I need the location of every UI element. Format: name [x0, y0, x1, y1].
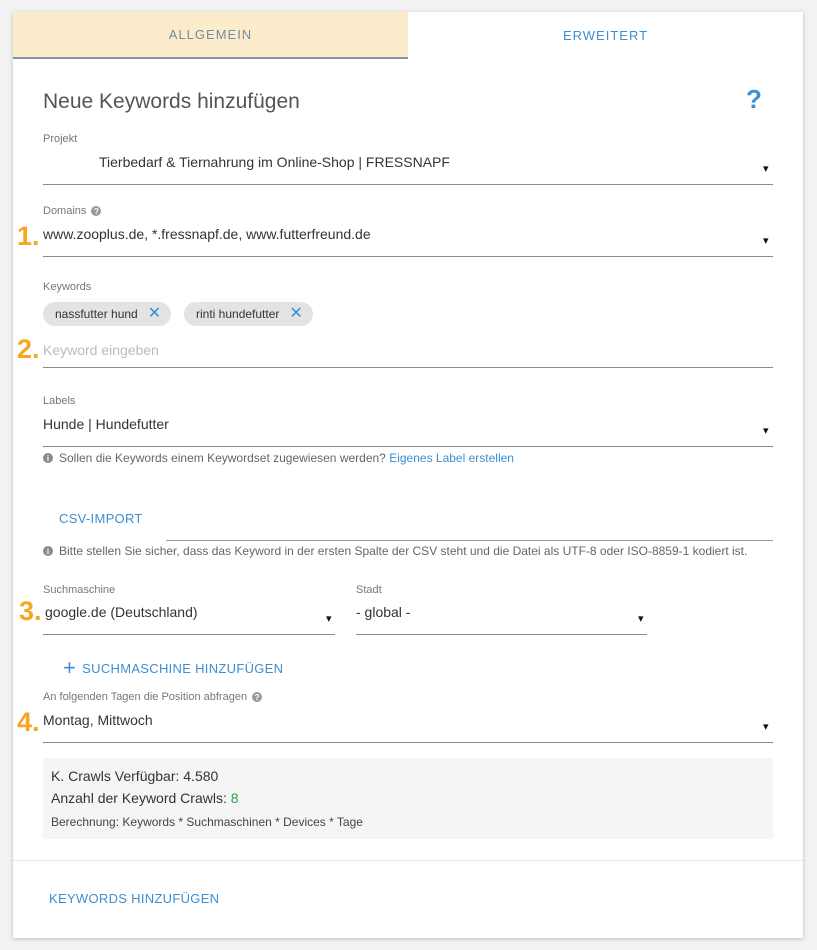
add-keywords-submit-button[interactable]: KEYWORDS HINZUFÜGEN [49, 891, 219, 906]
tab-erweitert[interactable]: ERWEITERT [408, 12, 803, 59]
domains-label-text: Domains [43, 205, 87, 217]
labels-info: i Sollen die Keywords einem Keywordset z… [43, 451, 514, 465]
suchmaschine-select-value[interactable]: google.de (Deutschland) [45, 604, 198, 620]
info-icon: i [43, 546, 53, 556]
domains-help-icon[interactable]: ? [91, 206, 102, 217]
add-search-engine-button[interactable]: + SUCHMASCHINE HINZUFÜGEN [63, 657, 283, 679]
suchmaschine-label: Suchmaschine [43, 584, 116, 596]
tab-allgemein[interactable]: ALLGEMEIN [13, 12, 408, 59]
help-icon[interactable]: ? [746, 84, 762, 115]
projekt-label: Projekt [43, 133, 78, 145]
add-search-engine-label: SUCHMASCHINE HINZUFÜGEN [82, 660, 284, 676]
add-keywords-card: ALLGEMEIN ERWEITERT Neue Keywords hinzuf… [13, 12, 803, 938]
tage-label: An folgenden Tagen die Position abfragen… [43, 691, 263, 703]
footer-divider [13, 860, 803, 861]
labels-underline [43, 446, 773, 447]
tage-select-value[interactable]: Montag, Mittwoch [43, 712, 153, 728]
page-title: Neue Keywords hinzufügen [43, 90, 300, 113]
projekt-dropdown-icon[interactable]: ▾ [763, 162, 769, 175]
domains-select-value[interactable]: www.zooplus.de, *.fressnapf.de, www.futt… [43, 226, 371, 242]
stadt-label: Stadt [356, 584, 382, 596]
csv-info: i Bitte stellen Sie sicher, dass das Key… [43, 544, 747, 558]
tage-dropdown-icon[interactable]: ▾ [763, 720, 769, 733]
keyword-chip-label: nassfutter hund [55, 307, 138, 321]
projekt-select-value[interactable]: Tierbedarf & Tiernahrung im Online-Shop … [99, 154, 450, 170]
stadt-select-value[interactable]: - global - [356, 604, 410, 620]
plus-icon: + [63, 655, 77, 680]
domains-label: Domains? [43, 205, 102, 217]
domains-dropdown-icon[interactable]: ▾ [763, 234, 769, 247]
crawls-count-label: Anzahl der Keyword Crawls: [51, 790, 227, 806]
suchmaschine-underline [43, 634, 335, 635]
keyword-chip-label: rinti hundefutter [196, 307, 280, 321]
stadt-underline [356, 634, 647, 635]
labels-select-value[interactable]: Hunde | Hundefutter [43, 416, 169, 432]
labels-info-text: Sollen die Keywords einem Keywordset zug… [59, 451, 386, 465]
create-label-link[interactable]: Eigenes Label erstellen [389, 451, 514, 465]
step-number-1: 1. [17, 221, 40, 251]
csv-file-underline [166, 540, 773, 541]
crawls-formula: Berechnung: Keywords * Suchmaschinen * D… [51, 815, 363, 829]
labels-dropdown-icon[interactable]: ▾ [763, 424, 769, 437]
tage-underline [43, 742, 773, 743]
tage-label-text: An folgenden Tagen die Position abfragen [43, 691, 248, 703]
keyword-chip: rinti hundefutter ✕ [184, 302, 313, 326]
projekt-underline [43, 184, 773, 185]
crawls-count-value: 8 [230, 790, 239, 806]
step-number-4: 4. [17, 707, 40, 737]
labels-label: Labels [43, 395, 76, 407]
keyword-chip: nassfutter hund ✕ [43, 302, 172, 326]
csv-import-button[interactable]: CSV-IMPORT [59, 511, 143, 526]
keywords-label: Keywords [43, 281, 92, 293]
tab-bar: ALLGEMEIN ERWEITERT [13, 12, 803, 59]
tage-help-icon[interactable]: ? [252, 692, 263, 703]
crawl-summary: K. Crawls Verfügbar: 4.580 Anzahl der Ke… [43, 758, 773, 839]
crawls-available: K. Crawls Verfügbar: 4.580 [51, 768, 219, 784]
domains-underline [43, 256, 773, 257]
info-icon: i [43, 453, 53, 463]
step-number-2: 2. [17, 334, 40, 364]
stadt-dropdown-icon[interactable]: ▾ [638, 612, 644, 625]
csv-info-text: Bitte stellen Sie sicher, dass das Keywo… [59, 544, 748, 558]
crawls-count: Anzahl der Keyword Crawls: 8 [51, 790, 239, 806]
chip-remove-icon[interactable]: ✕ [148, 306, 161, 322]
keyword-input-underline [43, 367, 773, 368]
step-number-3: 3. [19, 596, 42, 626]
suchmaschine-dropdown-icon[interactable]: ▾ [326, 612, 332, 625]
chip-remove-icon[interactable]: ✕ [289, 306, 302, 322]
keyword-input[interactable]: Keyword eingeben [43, 342, 159, 358]
